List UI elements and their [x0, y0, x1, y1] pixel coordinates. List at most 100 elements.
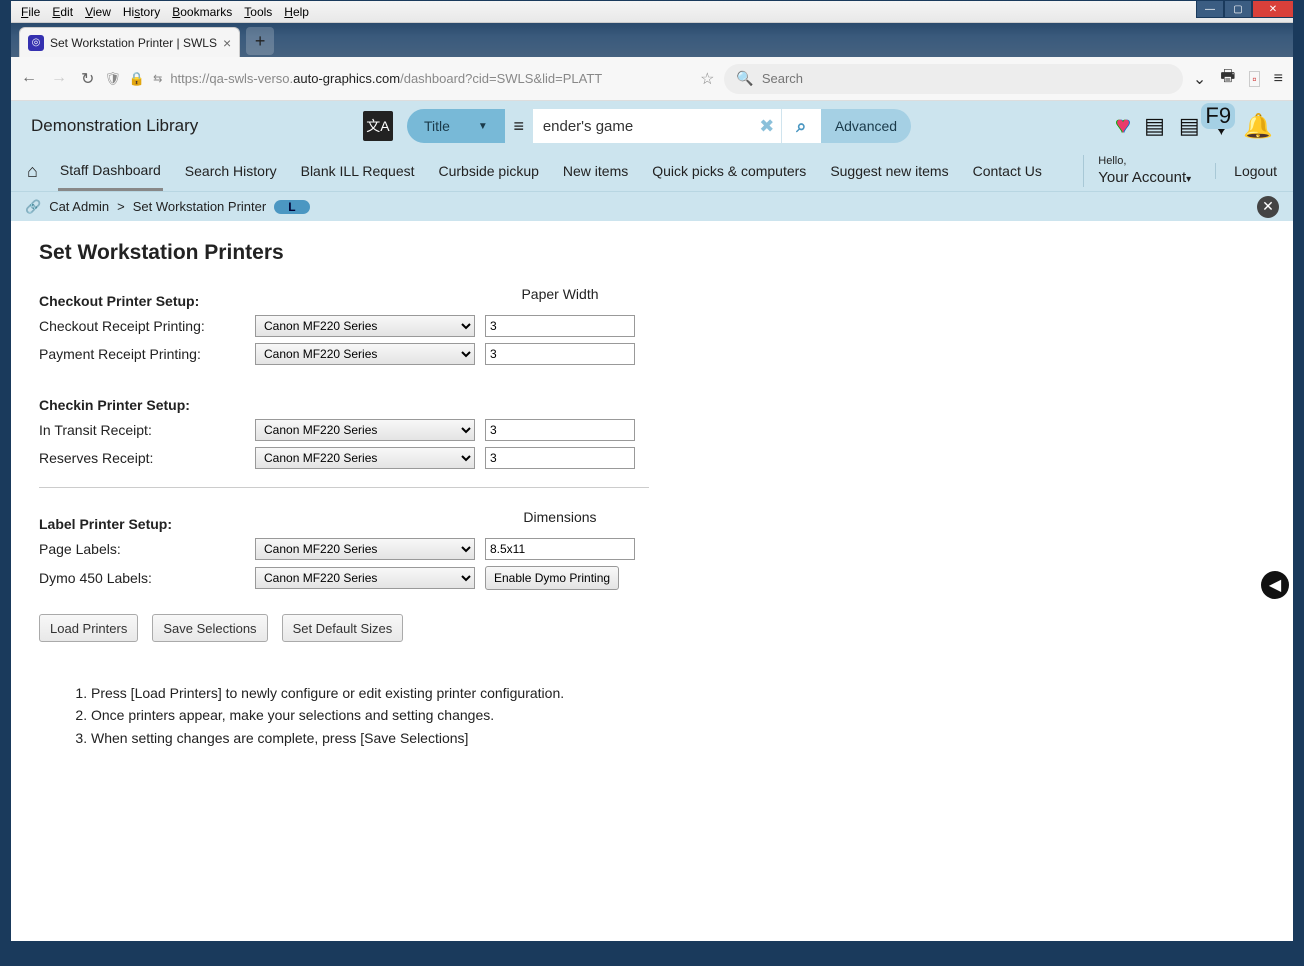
checkout-section-head: Checkout Printer Setup: [39, 293, 245, 309]
checkin-section-head: Checkin Printer Setup: [39, 397, 245, 413]
translate-icon[interactable]: 文A [363, 111, 393, 141]
advanced-search-button[interactable]: Advanced [821, 109, 911, 143]
library-name: Demonstration Library [31, 116, 198, 136]
intransit-width-input[interactable] [485, 419, 635, 441]
checkout-receipt-label: Checkout Receipt Printing: [39, 318, 245, 334]
dimensions-header: Dimensions [485, 509, 635, 529]
menu-bookmarks[interactable]: Bookmarks [166, 3, 238, 21]
account-dropdown[interactable]: Hello, Your Account▾ [1083, 155, 1191, 186]
divider [39, 487, 649, 488]
nav-new-items[interactable]: New items [561, 153, 630, 189]
logout-link[interactable]: Logout [1215, 163, 1277, 179]
database-icon[interactable]: ≡ [505, 109, 533, 143]
permissions-icon[interactable]: ⇆ [153, 72, 162, 85]
nav-forward-icon[interactable]: → [51, 69, 67, 89]
payment-width-input[interactable] [485, 343, 635, 365]
page-labels-dim-input[interactable] [485, 538, 635, 560]
new-tab-button[interactable]: + [246, 27, 274, 55]
side-panel-collapse-icon[interactable]: ◀ [1261, 571, 1289, 599]
lock-icon[interactable]: 🔒 [129, 71, 145, 87]
address-bar[interactable]: 🛡 🔒 ⇆ https://qa-swls-verso.auto-graphic… [104, 69, 714, 89]
dymo-printer-select[interactable]: Canon MF220 Series [255, 567, 475, 589]
search-type-dropdown[interactable]: Title ▼ [407, 109, 505, 143]
shield-icon[interactable]: 🛡 [104, 71, 121, 87]
app-header: Demonstration Library 文A Title ▼ ≡ ✖ ⌕ A… [11, 101, 1293, 151]
pocket-icon[interactable]: ⌄ [1193, 69, 1206, 89]
checkout-width-input[interactable] [485, 315, 635, 337]
save-selections-button[interactable]: Save Selections [152, 614, 267, 642]
instruction-1: Press [Load Printers] to newly configure… [91, 682, 1265, 704]
favicon-icon: ◎ [28, 35, 44, 51]
menu-tools[interactable]: Tools [238, 3, 278, 21]
intransit-label: In Transit Receipt: [39, 422, 245, 438]
nav-staff-dashboard[interactable]: Staff Dashboard [58, 152, 163, 191]
page-content: Set Workstation Printers Checkout Printe… [11, 221, 1293, 769]
payment-receipt-label: Payment Receipt Printing: [39, 346, 245, 362]
list-icon[interactable]: ▤ [1179, 113, 1200, 139]
browser-search[interactable]: 🔍 [724, 64, 1182, 94]
search-icon: 🔍 [736, 70, 753, 87]
set-default-sizes-button[interactable]: Set Default Sizes [282, 614, 404, 642]
tab-title: Set Workstation Printer | SWLS [50, 36, 217, 50]
nav-curbside[interactable]: Curbside pickup [437, 153, 541, 189]
hamburger-menu-icon[interactable]: ≡ [1274, 70, 1283, 88]
tab-strip: ◎ Set Workstation Printer | SWLS × + [11, 23, 1293, 57]
checkout-printer-select[interactable]: Canon MF220 Series [255, 315, 475, 337]
load-printers-button[interactable]: Load Printers [39, 614, 138, 642]
intransit-printer-select[interactable]: Canon MF220 Series [255, 419, 475, 441]
nav-blank-ill[interactable]: Blank ILL Request [299, 153, 417, 189]
page-labels-printer-select[interactable]: Canon MF220 Series [255, 538, 475, 560]
instructions: Press [Load Printers] to newly configure… [71, 682, 1265, 749]
nav-contact[interactable]: Contact Us [971, 153, 1044, 189]
window-maximize-button[interactable]: ▢ [1224, 0, 1252, 18]
tab-close-icon[interactable]: × [223, 35, 231, 51]
reserves-printer-select[interactable]: Canon MF220 Series [255, 447, 475, 469]
menu-view[interactable]: View [79, 3, 117, 21]
bookmark-star-icon[interactable]: ☆ [700, 69, 714, 89]
menu-edit[interactable]: Edit [46, 3, 79, 21]
f9-badge: F9 [1201, 103, 1235, 129]
balloon-icon[interactable]: ♥ [1116, 112, 1130, 140]
nav-quick-picks[interactable]: Quick picks & computers [650, 153, 808, 189]
nav-search-history[interactable]: Search History [183, 153, 279, 189]
close-breadcrumb-icon[interactable]: ✕ [1257, 196, 1279, 218]
url-text: https://qa-swls-verso.auto-graphics.com/… [170, 71, 602, 86]
breadcrumb-current: Set Workstation Printer [133, 199, 266, 214]
browser-search-input[interactable] [762, 71, 1171, 86]
menu-file[interactable]: File [15, 3, 46, 21]
reserves-width-input[interactable] [485, 447, 635, 469]
page-title: Set Workstation Printers [39, 241, 1265, 265]
menu-help[interactable]: Help [278, 3, 315, 21]
notifications-bell-icon[interactable]: 🔔 [1243, 112, 1273, 141]
breadcrumb: 🔗 Cat Admin > Set Workstation Printer L … [11, 191, 1293, 221]
label-section-head: Label Printer Setup: [39, 516, 245, 532]
window-close-button[interactable]: ✕ [1252, 0, 1294, 18]
chevron-down-icon: ▾ [1186, 174, 1191, 185]
search-button-icon[interactable]: ⌕ [781, 109, 821, 143]
breadcrumb-parent[interactable]: Cat Admin [49, 199, 109, 214]
nav-back-icon[interactable]: ← [21, 69, 37, 89]
chevron-down-icon: ▼ [478, 121, 488, 132]
enable-dymo-button[interactable]: Enable Dymo Printing [485, 566, 619, 590]
catalog-search-input[interactable] [533, 109, 753, 143]
browser-toolbar: ← → ↻ 🛡 🔒 ⇆ https://qa-swls-verso.auto-g… [11, 57, 1293, 101]
instruction-3: When setting changes are complete, press… [91, 727, 1265, 749]
instruction-2: Once printers appear, make your selectio… [91, 704, 1265, 726]
browser-tab[interactable]: ◎ Set Workstation Printer | SWLS × [19, 27, 240, 57]
favorites-heart-icon[interactable]: ♥F9 [1214, 111, 1229, 142]
page-labels-label: Page Labels: [39, 541, 245, 557]
nav-suggest[interactable]: Suggest new items [828, 153, 950, 189]
window-minimize-button[interactable]: — [1196, 0, 1224, 18]
print-icon[interactable]: 🖶 [1220, 65, 1235, 92]
breadcrumb-badge: L [274, 200, 309, 214]
menu-history[interactable]: History [117, 3, 166, 21]
nav-reload-icon[interactable]: ↻ [81, 69, 94, 89]
payment-printer-select[interactable]: Canon MF220 Series [255, 343, 475, 365]
link-icon: 🔗 [25, 199, 41, 215]
paper-width-header: Paper Width [485, 286, 635, 306]
clear-query-icon[interactable]: ✖ [753, 109, 781, 143]
catalog-search-group: 文A Title ▼ ≡ ✖ ⌕ Advanced [363, 109, 911, 143]
home-icon[interactable]: ⌂ [27, 161, 38, 182]
extension-icon[interactable]: ▫ [1249, 71, 1259, 87]
kids-catalog-icon[interactable]: ▤ [1144, 113, 1165, 139]
